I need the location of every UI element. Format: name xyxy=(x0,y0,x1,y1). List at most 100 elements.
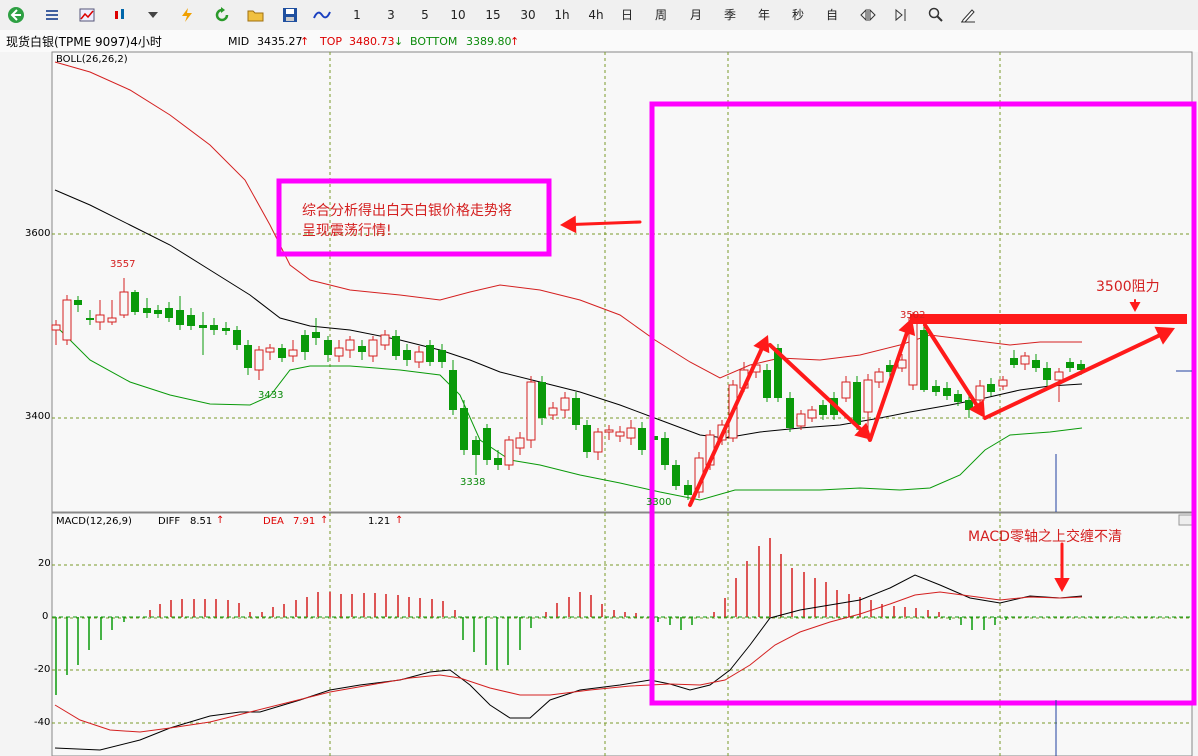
macd-tick-20: 20 xyxy=(38,558,51,569)
candle-body-down xyxy=(472,440,480,455)
candle-body-up xyxy=(95,314,105,323)
candle-body-down xyxy=(244,345,252,368)
candle-body-up xyxy=(119,291,129,316)
candle-body-down xyxy=(572,398,580,425)
candle-body-down xyxy=(932,386,940,392)
candle-body-down xyxy=(483,428,491,460)
macd-arrow-icon: ↑ xyxy=(395,515,404,526)
candle-body-down xyxy=(1043,368,1051,380)
boll-label: BOLL(26,26,2) xyxy=(56,54,128,65)
candle-body-down xyxy=(403,350,411,360)
dea-arrow-icon: ↑ xyxy=(320,515,329,526)
candle-body-up xyxy=(107,317,117,323)
macd-value: 1.21 xyxy=(368,516,391,527)
candle-body-up xyxy=(548,407,558,416)
candle-body-down xyxy=(449,370,457,410)
candle-body-down xyxy=(943,388,951,396)
candle-body-up xyxy=(593,431,603,453)
macd-panel xyxy=(51,512,1193,756)
candle-body-down xyxy=(786,398,794,428)
candle-body-up xyxy=(796,413,806,427)
macd-tick-0: 0 xyxy=(42,611,49,622)
candle-body-up xyxy=(265,347,275,353)
candle-body-down xyxy=(199,325,207,328)
candle-body-up xyxy=(515,437,525,449)
candle-body-up xyxy=(288,349,298,357)
candle-body-up xyxy=(604,429,614,433)
candle-body-up xyxy=(254,349,264,371)
diff-label: DIFF xyxy=(158,516,181,527)
candle-body-down xyxy=(684,485,692,495)
candle-body-down xyxy=(210,325,218,330)
candle-body-up xyxy=(526,381,536,441)
candle-body-up xyxy=(863,379,873,413)
main-panel xyxy=(51,51,1193,513)
price-label-low1: 3433 xyxy=(258,390,284,401)
price-label-low2: 3338 xyxy=(460,477,486,488)
analysis-line-1: 综合分析得出白天白银价格走势将 xyxy=(302,203,512,219)
diff-arrow-icon: ↑ xyxy=(216,515,225,526)
candle-body-up xyxy=(334,347,344,357)
candle-body-down xyxy=(131,292,139,312)
candle-body-down xyxy=(222,328,230,331)
candle-body-down xyxy=(392,336,400,356)
dea-label: DEA xyxy=(263,516,284,527)
candle-body-down xyxy=(176,310,184,325)
candle-body-up xyxy=(414,351,424,363)
candle-body-up xyxy=(807,409,817,419)
candle-body-down xyxy=(301,335,309,352)
dea-value: 7.91 xyxy=(293,516,316,527)
candle-body-down xyxy=(143,308,151,313)
candle-body-up xyxy=(380,334,390,346)
candle-body-down xyxy=(278,348,286,358)
candle-body-down xyxy=(987,384,995,392)
candle-body-down xyxy=(358,346,366,352)
resistance-label: 3500阻力 xyxy=(1096,279,1160,295)
candle-body-down xyxy=(583,425,591,452)
diff-value: 8.51 xyxy=(190,516,213,527)
candle-body-down xyxy=(74,300,82,305)
candle-body-down xyxy=(438,350,446,362)
candle-body-up xyxy=(626,427,636,439)
candle-body-down xyxy=(154,310,162,314)
candle-body-down xyxy=(638,428,646,450)
candle-body-down xyxy=(954,394,962,402)
candle-body-down xyxy=(1010,358,1018,365)
analysis-note: 综合分析得出白天白银价格走势将 呈现震荡行情! xyxy=(302,201,512,241)
analysis-line-2: 呈现震荡行情! xyxy=(302,223,392,239)
y-tick-3600: 3600 xyxy=(25,228,51,239)
candle-body-down xyxy=(819,405,827,415)
candle-body-down xyxy=(494,458,502,465)
macd-tick-minus40: -40 xyxy=(34,717,51,728)
candle-body-up xyxy=(504,439,514,466)
candle-body-down xyxy=(661,438,669,465)
candle-body-up xyxy=(1054,371,1064,381)
candle-body-down xyxy=(460,408,468,450)
y-tick-3400: 3400 xyxy=(25,411,51,422)
candle-body-down xyxy=(920,330,928,390)
panel-toggle xyxy=(1178,514,1194,526)
candle-body-down xyxy=(672,465,680,486)
candle-body-down xyxy=(324,340,332,355)
price-label-low3: 3300 xyxy=(646,497,672,508)
candle-body-up xyxy=(998,379,1008,387)
candle-body-up xyxy=(874,371,884,383)
macd-tick-minus20: -20 xyxy=(34,664,51,675)
candle-body-down xyxy=(763,370,771,398)
candle-body-down xyxy=(187,315,195,326)
candle-body-up xyxy=(1020,355,1030,365)
candle-body-down xyxy=(426,345,434,362)
candle-body-up xyxy=(841,381,851,399)
candle-body-down xyxy=(233,330,241,345)
macd-note: MACD零轴之上交缠不清 xyxy=(968,529,1122,545)
candle-body-down xyxy=(1066,362,1074,368)
candle-body-up xyxy=(345,339,355,351)
chart-canvas[interactable] xyxy=(0,0,1198,756)
candle-body-up xyxy=(51,324,61,331)
candle-body-down xyxy=(312,332,320,338)
resistance-line xyxy=(910,314,1187,324)
candle-body-up xyxy=(615,431,625,437)
candle-body-down xyxy=(165,308,173,318)
candle-body-up xyxy=(560,397,570,411)
price-label-peak: 3502 xyxy=(900,310,926,321)
